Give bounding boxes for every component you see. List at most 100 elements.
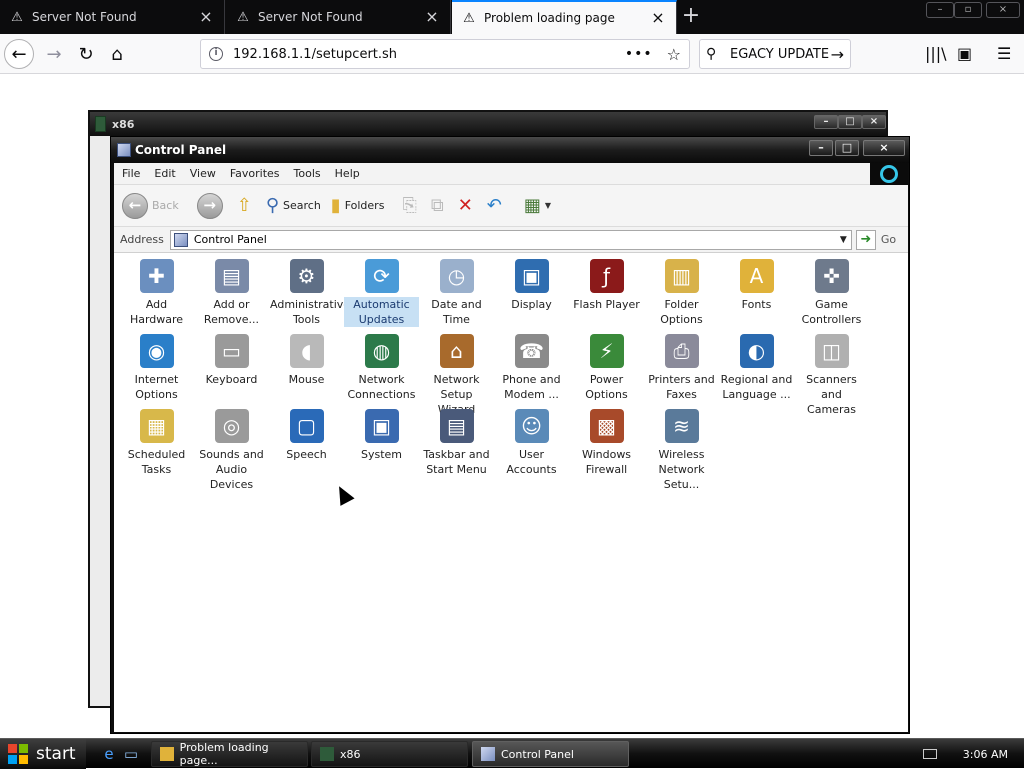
- keyboard-icon[interactable]: [922, 749, 937, 759]
- search-bar[interactable]: ⚲ EGACY UPDATE →: [699, 39, 851, 69]
- control-panel-item[interactable]: ▢ Speech: [269, 409, 344, 462]
- taskbar-item[interactable]: x86: [311, 741, 468, 767]
- go-button[interactable]: ➜ Go: [855, 229, 896, 250]
- back-button[interactable]: ← Back: [122, 192, 179, 219]
- hamburger-menu-icon[interactable]: ☰: [997, 44, 1011, 63]
- browser-tab-strip: ⚠ Server Not Found × ⚠ Server Not Found …: [0, 0, 1024, 34]
- minimize-icon[interactable]: –: [926, 2, 954, 18]
- control-panel-item[interactable]: ◫ Scanners and Cameras: [794, 334, 869, 417]
- control-panel-item[interactable]: ƒ Flash Player: [569, 259, 644, 312]
- x86-titlebar[interactable]: x86 – □ ×: [90, 112, 886, 136]
- control-panel-item[interactable]: ◷ Date and Time: [419, 259, 494, 327]
- windows-logo-icon: [870, 163, 908, 185]
- sidebar-icon[interactable]: ▣: [957, 44, 972, 63]
- move-to-button[interactable]: ⎘: [402, 195, 420, 216]
- menu-help[interactable]: Help: [335, 167, 360, 180]
- menu-file[interactable]: File: [122, 167, 140, 180]
- up-folder-button[interactable]: ⇧: [237, 195, 256, 216]
- control-panel-item[interactable]: ▤ Taskbar and Start Menu: [419, 409, 494, 477]
- minimize-icon[interactable]: –: [814, 115, 838, 129]
- browser-tab[interactable]: ⚠ Server Not Found ×: [0, 0, 225, 34]
- maximize-icon[interactable]: ▫: [954, 2, 982, 18]
- menu-view[interactable]: View: [190, 167, 216, 180]
- menu-favorites[interactable]: Favorites: [230, 167, 280, 180]
- control-panel-item[interactable]: ◎ Sounds and Audio Devices: [194, 409, 269, 492]
- control-panel-item[interactable]: ◖ Mouse: [269, 334, 344, 387]
- folders-button[interactable]: ▮ Folders: [331, 195, 385, 216]
- control-panel-item-label: Sounds and Audio Devices: [199, 448, 264, 491]
- control-panel-item-icon: ✚: [139, 259, 174, 293]
- maximize-icon[interactable]: □: [835, 140, 859, 156]
- control-panel-item[interactable]: ≋ Wireless Network Setu...: [644, 409, 719, 492]
- close-window-icon[interactable]: ×: [986, 2, 1020, 18]
- control-panel-item[interactable]: ☺ User Accounts: [494, 409, 569, 477]
- search-go-icon[interactable]: →: [831, 45, 844, 64]
- taskbar-item[interactable]: Problem loading page...: [151, 741, 308, 767]
- maximize-icon[interactable]: □: [838, 115, 862, 129]
- control-panel-item[interactable]: ▭ Keyboard: [194, 334, 269, 387]
- control-panel-item[interactable]: ▤ Add or Remove...: [194, 259, 269, 327]
- search-text[interactable]: EGACY UPDATE: [730, 47, 831, 62]
- bookmark-star-icon[interactable]: ☆: [667, 45, 681, 64]
- control-panel-item[interactable]: ⚙ Administrative Tools: [269, 259, 350, 327]
- close-tab-icon[interactable]: ×: [650, 10, 666, 26]
- url-bar[interactable]: i 192.168.1.1/setupcert.sh ••• ☆: [200, 39, 690, 69]
- control-panel-window: Control Panel – □ × File Edit View Favor…: [110, 136, 910, 734]
- control-panel-item-icon: ◫: [814, 334, 849, 368]
- firefox-icon: [160, 747, 174, 761]
- info-icon[interactable]: i: [209, 47, 223, 61]
- control-panel-item[interactable]: ⚡ Power Options: [569, 334, 644, 402]
- browser-tab-active[interactable]: ⚠ Problem loading page ×: [452, 0, 677, 34]
- control-panel-item[interactable]: ⟳ Automatic Updates: [344, 259, 419, 327]
- menu-tools[interactable]: Tools: [294, 167, 321, 180]
- browser-tab[interactable]: ⚠ Server Not Found ×: [226, 0, 451, 34]
- url-text[interactable]: 192.168.1.1/setupcert.sh: [233, 47, 625, 62]
- control-panel-item[interactable]: ◉ Internet Options: [119, 334, 194, 402]
- control-panel-item[interactable]: ☎ Phone and Modem ...: [494, 334, 569, 402]
- menu-edit[interactable]: Edit: [154, 167, 175, 180]
- close-tab-icon[interactable]: ×: [198, 9, 214, 25]
- control-panel-item[interactable]: ▦ Scheduled Tasks: [119, 409, 194, 477]
- address-field[interactable]: Control Panel ▼: [169, 229, 852, 250]
- close-icon[interactable]: ×: [863, 140, 905, 156]
- undo-button[interactable]: ↶: [487, 195, 506, 216]
- page-actions-icon[interactable]: •••: [625, 46, 653, 62]
- delete-button[interactable]: ✕: [458, 195, 477, 216]
- reload-icon[interactable]: ↻: [70, 38, 102, 70]
- control-panel-item[interactable]: ✚ Add Hardware: [119, 259, 194, 327]
- clock[interactable]: 3:06 AM: [963, 748, 1008, 761]
- control-panel-item-icon: ▥: [664, 259, 699, 293]
- close-tab-icon[interactable]: ×: [424, 9, 440, 25]
- control-panel-item[interactable]: ✜ Game Controllers: [794, 259, 869, 327]
- control-panel-item[interactable]: ◍ Network Connections: [344, 334, 419, 402]
- back-arrow-icon[interactable]: ←: [4, 39, 34, 69]
- minimize-icon[interactable]: –: [809, 140, 833, 156]
- show-desktop-icon[interactable]: ▭: [122, 745, 140, 763]
- search-button[interactable]: ⚲ Search: [266, 195, 321, 216]
- home-icon[interactable]: ⌂: [101, 38, 133, 70]
- forward-button[interactable]: →: [196, 192, 227, 219]
- control-panel-titlebar[interactable]: Control Panel – □ ×: [111, 137, 909, 163]
- library-icon[interactable]: |||\: [925, 44, 947, 63]
- control-panel-item[interactable]: A Fonts: [719, 259, 794, 312]
- search-icon: ⚲: [706, 46, 717, 62]
- control-panel-item[interactable]: ▣ System: [344, 409, 419, 462]
- address-value[interactable]: Control Panel: [194, 233, 267, 246]
- internet-explorer-icon[interactable]: e: [100, 745, 118, 763]
- control-panel-item[interactable]: ▩ Windows Firewall: [569, 409, 644, 477]
- close-icon[interactable]: ×: [862, 115, 886, 129]
- views-button[interactable]: ▦ ▼: [524, 195, 551, 216]
- taskbar-item-active[interactable]: Control Panel: [472, 741, 629, 767]
- control-panel-item-icon: ▣: [514, 259, 549, 293]
- control-panel-item[interactable]: ◐ Regional and Language ...: [719, 334, 794, 402]
- control-panel-item[interactable]: ⌂Network Setup Wizard: [419, 334, 494, 417]
- forward-arrow-icon[interactable]: →: [38, 38, 70, 70]
- control-panel-item[interactable]: ▣ Display: [494, 259, 569, 312]
- copy-to-button[interactable]: ⧉: [431, 195, 448, 216]
- control-panel-icon: [117, 143, 131, 157]
- control-panel-item[interactable]: ▥ Folder Options: [644, 259, 719, 327]
- control-panel-item[interactable]: ⎙ Printers and Faxes: [644, 334, 719, 402]
- chevron-down-icon[interactable]: ▼: [840, 235, 847, 245]
- start-button[interactable]: start: [0, 739, 86, 769]
- new-tab-icon[interactable]: +: [678, 4, 704, 30]
